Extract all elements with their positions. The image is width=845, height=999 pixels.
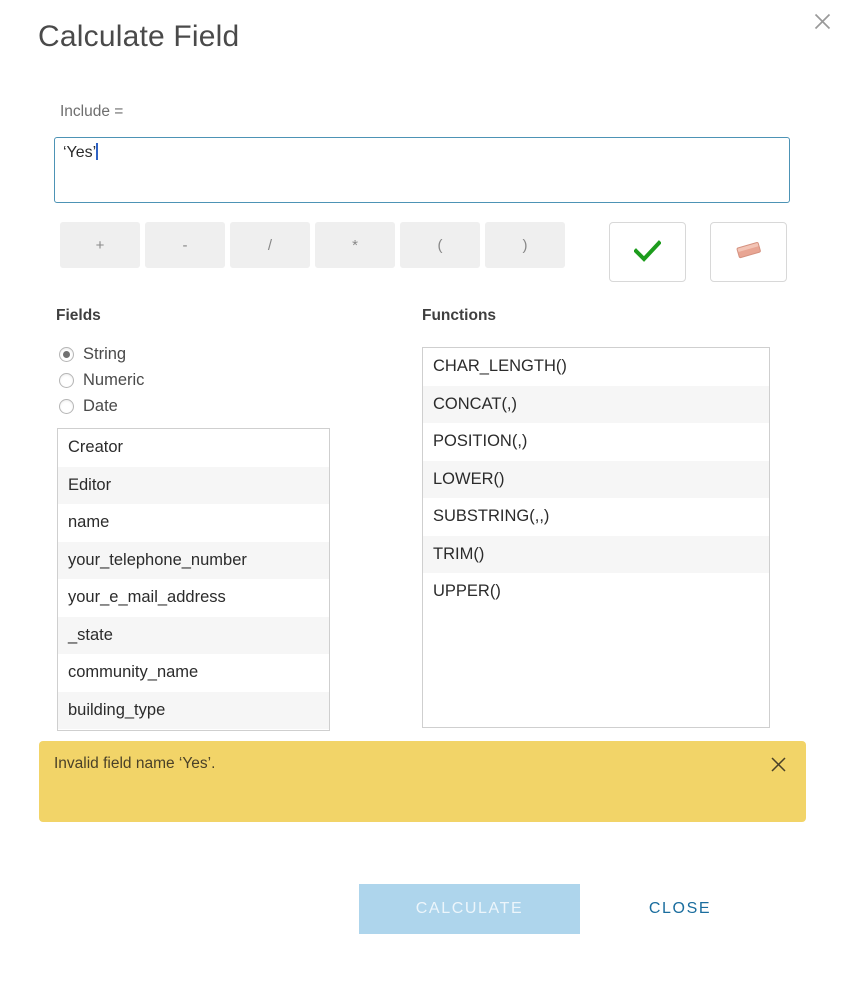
operator-button-row: + - / * ( ) (60, 222, 565, 268)
expression-input[interactable]: ‘Yes’ (54, 137, 790, 203)
expression-action-row (609, 222, 787, 282)
fields-heading: Fields (56, 307, 101, 324)
radio-dot-numeric-icon (59, 372, 74, 388)
close-button[interactable]: CLOSE (627, 884, 733, 934)
radio-label-string: String (83, 344, 127, 363)
radio-numeric[interactable]: Numeric (59, 367, 144, 393)
functions-heading: Functions (422, 307, 497, 324)
validate-expression-button[interactable] (609, 222, 686, 282)
error-message: Invalid field name ‘Yes’. (54, 755, 216, 772)
radio-label-numeric: Numeric (83, 370, 145, 389)
operator-multiply-button[interactable]: * (315, 222, 395, 268)
operator-plus-button[interactable]: + (60, 222, 140, 268)
operator-divide-button[interactable]: / (230, 222, 310, 268)
list-item[interactable]: name (58, 504, 329, 542)
list-item[interactable]: Creator (58, 429, 329, 467)
list-item[interactable]: community_name (58, 654, 329, 692)
page-title: Calculate Field (38, 20, 240, 53)
list-item[interactable]: SUBSTRING(,,) (423, 498, 769, 536)
radio-string[interactable]: String (59, 341, 144, 367)
list-item[interactable]: CHAR_LENGTH() (423, 348, 769, 386)
list-item[interactable]: POSITION(,) (423, 423, 769, 461)
expression-value: ‘Yes’ (63, 144, 97, 161)
list-item[interactable]: _state (58, 616, 329, 654)
fields-list[interactable]: Creator Editor name your_telephone_numbe… (57, 428, 330, 731)
list-item[interactable]: your_e_mail_address (58, 579, 329, 617)
list-item[interactable]: TRIM() (423, 535, 769, 573)
green-check-icon (633, 239, 662, 265)
list-item[interactable]: your_telephone_number (58, 541, 329, 579)
calculate-field-dialog: Calculate Field Include = ‘Yes’ + - / * … (0, 0, 845, 999)
radio-label-date: Date (83, 396, 118, 415)
clear-expression-button[interactable] (710, 222, 787, 282)
eraser-icon (733, 239, 765, 266)
calculate-button[interactable]: CALCULATE (359, 884, 580, 934)
field-type-radio-group: String Numeric Date (59, 341, 144, 419)
list-item[interactable]: building_type (58, 691, 329, 729)
error-banner: Invalid field name ‘Yes’. (39, 741, 806, 822)
expression-label: Include = (60, 103, 124, 120)
banner-close-icon[interactable] (767, 753, 789, 775)
list-item[interactable]: Editor (58, 466, 329, 504)
text-caret (96, 143, 99, 160)
close-icon[interactable] (807, 6, 837, 36)
operator-close-paren-button[interactable]: ) (485, 222, 565, 268)
radio-date[interactable]: Date (59, 393, 144, 419)
operator-minus-button[interactable]: - (145, 222, 225, 268)
radio-dot-date-icon (59, 398, 74, 414)
list-item[interactable]: UPPER() (423, 573, 769, 611)
radio-dot-string-icon (59, 346, 74, 362)
list-item[interactable]: CONCAT(,) (423, 385, 769, 423)
list-item[interactable]: LOWER() (423, 460, 769, 498)
functions-list[interactable]: CHAR_LENGTH() CONCAT(,) POSITION(,) LOWE… (422, 347, 770, 728)
operator-open-paren-button[interactable]: ( (400, 222, 480, 268)
